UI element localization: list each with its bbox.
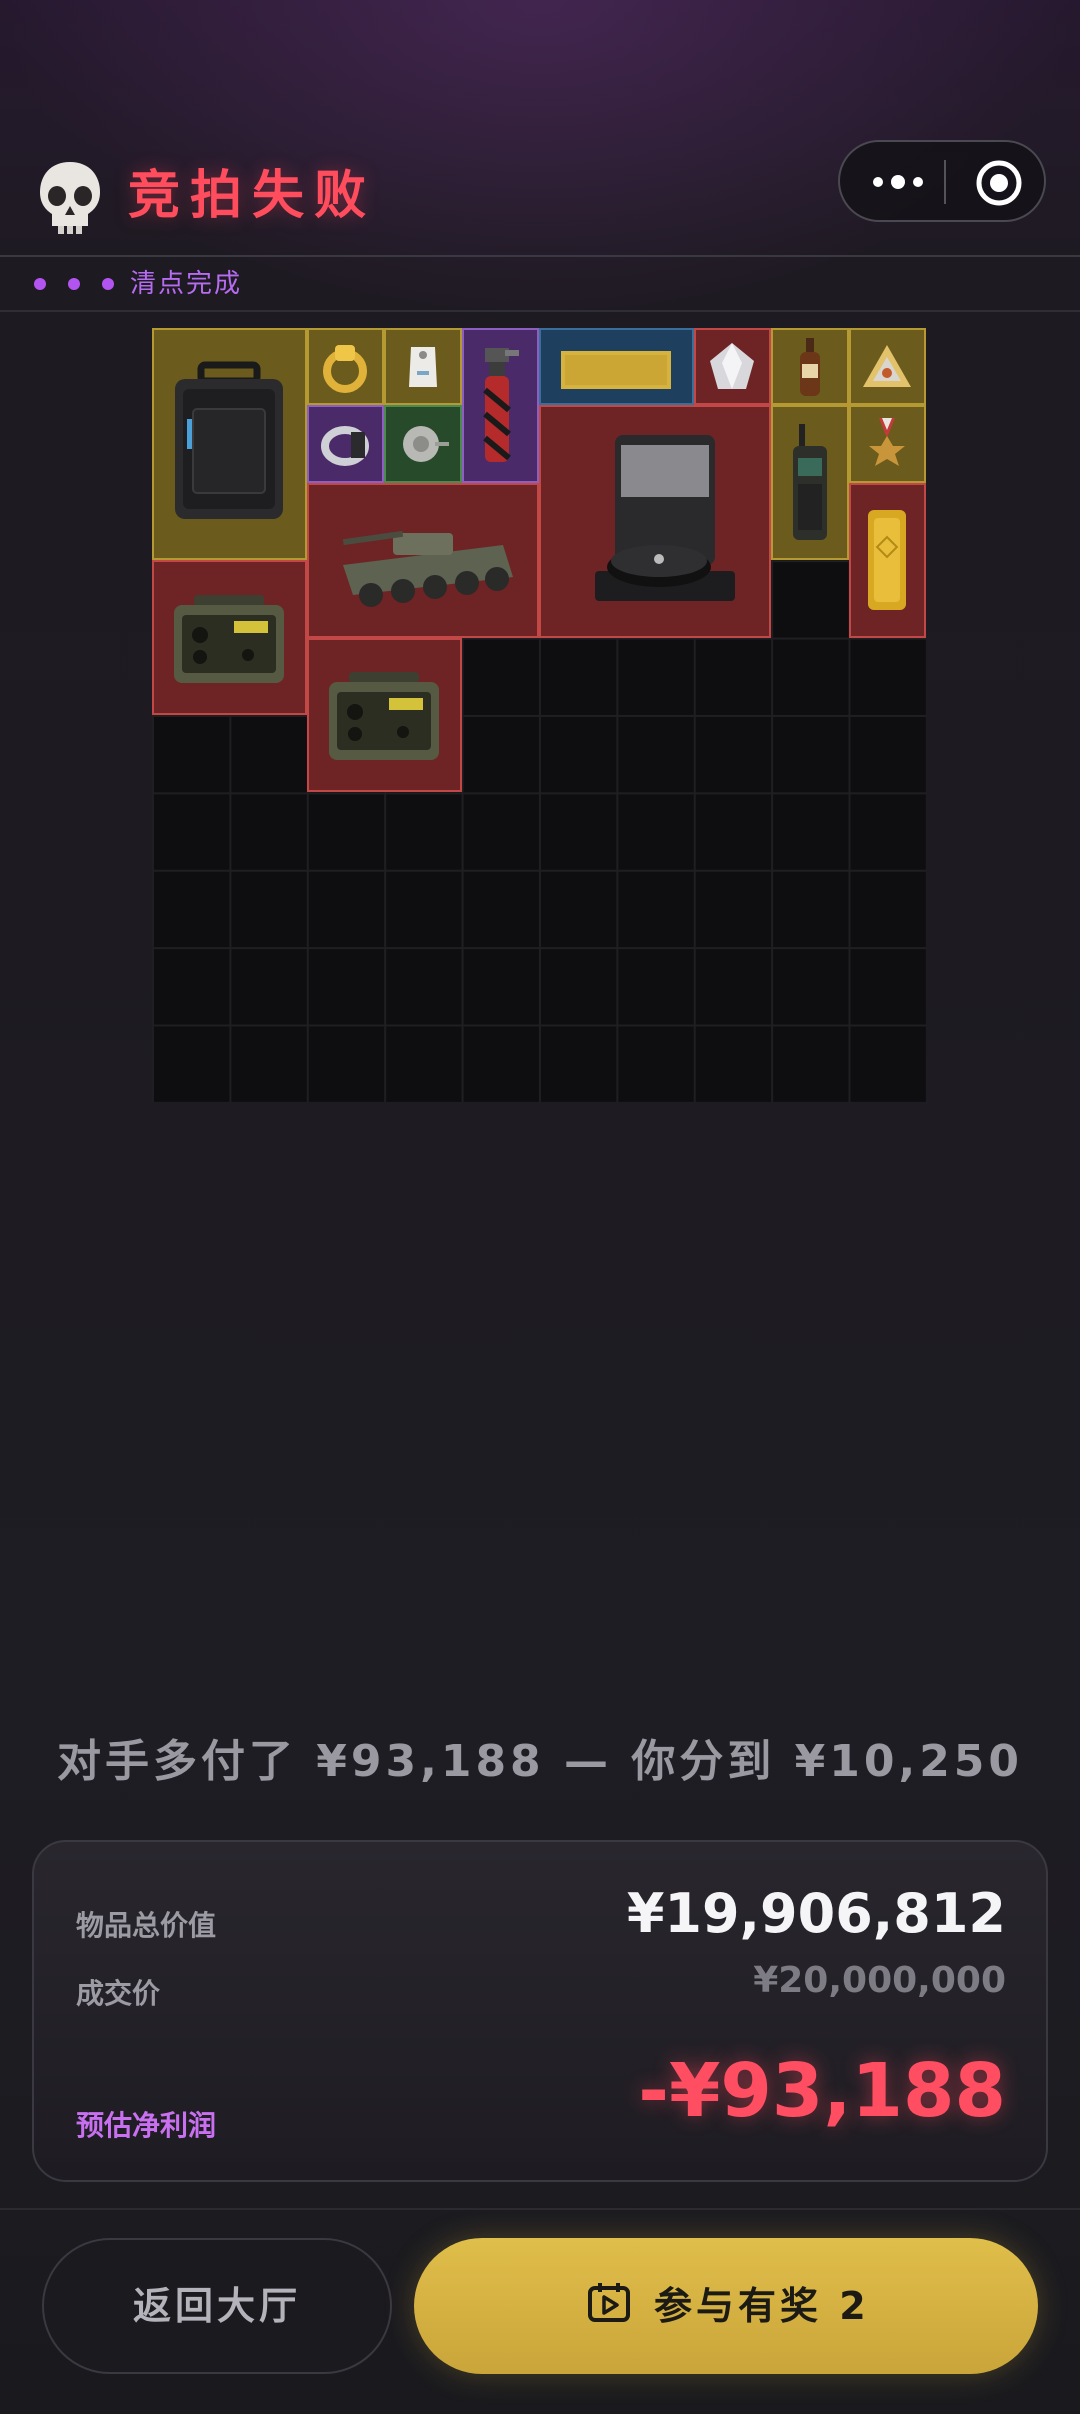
target-circle-icon[interactable] — [974, 158, 1024, 208]
status-label: 清点完成 — [130, 269, 243, 299]
header: 竞拍失败 — [0, 140, 1080, 256]
item-torch-lighter[interactable] — [461, 328, 539, 483]
item-silver-ring[interactable] — [306, 405, 385, 483]
gold-bar-plate-icon — [561, 350, 672, 389]
join-reward-button[interactable]: 参与有奖 2 — [414, 2238, 1038, 2374]
skull-icon — [34, 158, 106, 238]
item-bottle[interactable] — [771, 328, 849, 406]
status-dot — [102, 278, 114, 290]
white-tag-icon — [408, 346, 437, 387]
armored-vehicle-icon — [342, 531, 513, 608]
more-dots-icon[interactable] — [870, 166, 950, 198]
header-divider — [0, 255, 1080, 257]
dish-icon — [402, 426, 449, 463]
diamond-icon — [710, 342, 755, 389]
status-dot — [34, 278, 46, 290]
military-radio-icon — [329, 671, 440, 760]
item-military-radio[interactable] — [306, 637, 462, 793]
item-diamond[interactable] — [693, 328, 772, 406]
back-to-lobby-button[interactable]: 返回大厅 — [42, 2238, 392, 2374]
item-gold-plate[interactable] — [539, 328, 694, 406]
deal-price: ¥20,000,000 — [753, 1960, 1006, 2001]
item-armored-vehicle[interactable] — [306, 482, 539, 638]
gold-ring-icon — [323, 344, 368, 393]
mini-program-capsule — [838, 140, 1046, 222]
torch-lighter-icon — [483, 348, 520, 463]
robot-vacuum-icon — [595, 435, 736, 602]
page-title: 竞拍失败 — [128, 166, 377, 226]
item-gold-bar[interactable] — [848, 482, 926, 638]
silver-ring-icon — [321, 426, 370, 467]
bottle-icon — [799, 337, 820, 396]
military-radio-icon — [174, 594, 285, 683]
gold-bar-icon — [868, 510, 907, 611]
item-robot-vacuum[interactable] — [539, 405, 772, 638]
total-value: ¥19,906,812 — [626, 1882, 1006, 1945]
item-gold-ring[interactable] — [306, 328, 385, 406]
medal-icon — [869, 418, 906, 467]
result-tagline: 对手多付了 ¥93,188 — 你分到 ¥10,250 — [56, 1736, 1024, 1787]
footer-divider — [0, 2208, 1080, 2210]
item-pendant[interactable] — [848, 328, 926, 406]
item-radio-phone[interactable] — [771, 405, 849, 561]
status-dot — [68, 278, 80, 290]
hard-case-icon — [175, 361, 284, 520]
item-medal[interactable] — [848, 405, 926, 483]
item-hard-case[interactable] — [152, 328, 307, 561]
deal-price-label: 成交价 — [76, 1977, 161, 2010]
play-calendar-icon — [586, 2280, 632, 2326]
item-white-tag[interactable] — [384, 328, 462, 406]
capsule-divider — [944, 160, 946, 204]
net-profit: -¥93,188 — [638, 2048, 1006, 2134]
item-dish[interactable] — [384, 405, 462, 483]
inventory-grid — [152, 328, 926, 1102]
radio-phone-icon — [792, 423, 827, 540]
pendant-icon — [863, 344, 912, 387]
item-military-radio[interactable] — [152, 560, 307, 715]
status-divider — [0, 310, 1080, 312]
join-reward-label: 参与有奖 2 — [654, 2284, 870, 2328]
net-profit-label: 预估净利润 — [76, 2109, 217, 2142]
total-value-label: 物品总价值 — [76, 1909, 217, 1942]
summary-panel: 物品总价值 ¥19,906,812 成交价 ¥20,000,000 预估净利润 … — [32, 1840, 1048, 2182]
